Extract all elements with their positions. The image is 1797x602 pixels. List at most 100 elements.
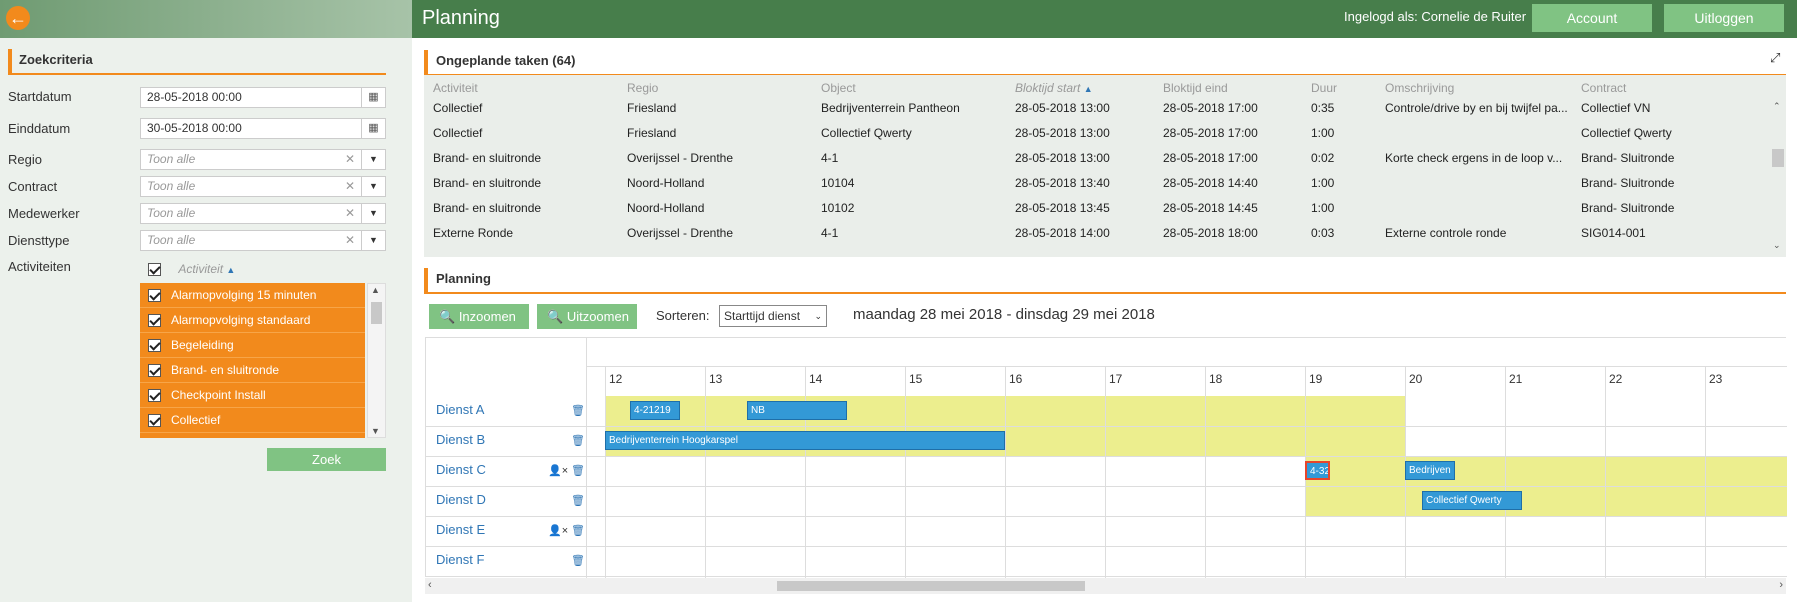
- uitzoomen-button[interactable]: 🔍 Uitzoomen: [537, 304, 637, 329]
- diensttype-select[interactable]: Toon alle ✕ ▼: [140, 230, 386, 251]
- back-arrow-icon[interactable]: ←: [6, 6, 30, 30]
- dienst-link[interactable]: Dienst B: [436, 432, 485, 447]
- activity-checkbox[interactable]: [148, 339, 161, 353]
- planned-job[interactable]: NB: [747, 401, 847, 420]
- inzoomen-button[interactable]: 🔍 Inzoomen: [429, 304, 529, 329]
- clear-icon[interactable]: ✕: [345, 204, 355, 223]
- activity-checkbox[interactable]: [148, 389, 161, 403]
- dienst-link[interactable]: Dienst D: [436, 492, 486, 507]
- activity-scrollbar[interactable]: ▲ ▼: [367, 283, 386, 438]
- scroll-thumb[interactable]: [1772, 149, 1784, 167]
- table-row[interactable]: Externe Ronde Overijssel - Drenthe 4-1 28-0…: [424, 221, 1766, 246]
- scroll-thumb[interactable]: [777, 581, 1085, 591]
- chevron-down-icon[interactable]: ▼: [361, 177, 385, 196]
- sort-select[interactable]: Starttijd dienst ⌄: [719, 305, 827, 327]
- activity-item[interactable]: Begeleiding: [140, 333, 365, 358]
- unassign-user-icon[interactable]: 👤×: [548, 464, 568, 477]
- activity-item[interactable]: Collectief: [140, 408, 365, 433]
- planned-job[interactable]: Bedrijventerrein Hoogkarspel: [605, 431, 1005, 450]
- activity-checkbox[interactable]: [148, 414, 161, 428]
- medewerker-select[interactable]: Toon alle ✕ ▼: [140, 203, 386, 224]
- unplanned-title: Ongeplande taken (64): [424, 50, 1786, 76]
- table-cell: 4-1: [821, 226, 839, 240]
- table-row[interactable]: Collectief Friesland Collectief Qwerty 28-0…: [424, 121, 1766, 146]
- trash-icon[interactable]: 🗑: [571, 404, 585, 417]
- table-row[interactable]: Brand- en sluitronde Noord-Holland 10104 28…: [424, 171, 1766, 196]
- diensttype-label: Diensttype: [8, 233, 70, 248]
- zoek-button[interactable]: Zoek: [267, 448, 386, 471]
- page-title: Planning: [422, 7, 500, 29]
- column-header[interactable]: Duur: [1311, 81, 1337, 95]
- column-header[interactable]: Activiteit: [433, 81, 478, 95]
- clear-icon[interactable]: ✕: [345, 150, 355, 169]
- table-cell: Brand- en sluitronde: [433, 151, 542, 165]
- select-all-checkbox[interactable]: [148, 263, 161, 277]
- row-line: [426, 546, 1787, 547]
- column-header[interactable]: Omschrijving: [1385, 81, 1454, 95]
- table-row[interactable]: Brand- en sluitronde Noord-Holland 10102 28…: [424, 196, 1766, 221]
- activity-item[interactable]: Brand- en sluitronde: [140, 358, 365, 383]
- startdatum-label: Startdatum: [8, 89, 72, 104]
- einddatum-field[interactable]: 30-05-2018 00:00 ▦: [140, 118, 386, 139]
- activity-item[interactable]: Checkpoint Install: [140, 383, 365, 408]
- shift-band[interactable]: [1305, 456, 1787, 486]
- trash-icon[interactable]: 🗑: [571, 464, 585, 477]
- diensttype-placeholder: Toon alle: [147, 233, 196, 247]
- scroll-up-icon[interactable]: ▲: [371, 285, 380, 295]
- trash-icon[interactable]: 🗑: [571, 554, 585, 567]
- chevron-down-icon[interactable]: ▼: [361, 150, 385, 169]
- table-cell: SIG014-001: [1581, 226, 1646, 240]
- column-header[interactable]: Bloktijd start ▲: [1015, 81, 1093, 95]
- regio-select[interactable]: Toon alle ✕ ▼: [140, 149, 386, 170]
- unassign-user-icon[interactable]: 👤×: [548, 524, 568, 537]
- planning-hscrollbar[interactable]: ‹ ›: [425, 578, 1786, 594]
- logout-button[interactable]: Uitloggen: [1664, 4, 1784, 32]
- shift-band[interactable]: [1305, 486, 1787, 516]
- table-row[interactable]: Brand- en sluitronde Overijssel - Drenthe…: [424, 146, 1766, 171]
- table-cell: 4-1: [821, 151, 839, 165]
- activity-checkbox[interactable]: [148, 314, 161, 328]
- column-header[interactable]: Regio: [627, 81, 658, 95]
- clear-icon[interactable]: ✕: [345, 177, 355, 196]
- dienst-link[interactable]: Dienst C: [436, 462, 486, 477]
- calendar-icon[interactable]: ▦: [361, 119, 385, 138]
- planned-job[interactable]: 4-21219: [630, 401, 680, 420]
- chevron-down-icon[interactable]: ▼: [361, 231, 385, 250]
- table-row[interactable]: Collectief Friesland Bedrijventerrein Pant…: [424, 96, 1766, 121]
- scroll-thumb[interactable]: [371, 302, 382, 324]
- trash-icon[interactable]: 🗑: [571, 494, 585, 507]
- dienst-link[interactable]: Dienst A: [436, 402, 484, 417]
- column-header[interactable]: Object: [821, 81, 856, 95]
- scroll-up-icon[interactable]: ⌃: [1773, 101, 1781, 112]
- startdatum-field[interactable]: 28-05-2018 00:00 ▦: [140, 87, 386, 108]
- sort-asc-icon: ▲: [226, 265, 236, 275]
- activity-item[interactable]: Alarmopvolging 15 minuten: [140, 283, 365, 308]
- calendar-icon[interactable]: ▦: [361, 88, 385, 107]
- scroll-right-icon[interactable]: ›: [1779, 579, 1783, 591]
- account-button[interactable]: Account: [1532, 4, 1652, 32]
- scroll-down-icon[interactable]: ⌄: [1773, 240, 1781, 251]
- planned-job[interactable]: Bedrijven: [1405, 461, 1455, 480]
- column-header-label: Contract: [1581, 81, 1627, 95]
- unplanned-scrollbar[interactable]: ⌃ ⌄: [1770, 101, 1786, 251]
- activity-checkbox[interactable]: [148, 289, 161, 303]
- activity-checkbox[interactable]: [148, 364, 161, 378]
- table-cell: 28-05-2018 17:00: [1163, 151, 1258, 165]
- scroll-down-icon[interactable]: ▼: [371, 426, 380, 436]
- chevron-down-icon[interactable]: ▼: [361, 204, 385, 223]
- dienst-link[interactable]: Dienst E: [436, 522, 485, 537]
- column-header[interactable]: Contract: [1581, 81, 1626, 95]
- scroll-left-icon[interactable]: ‹: [428, 579, 432, 591]
- trash-icon[interactable]: 🗑: [571, 434, 585, 447]
- table-cell: Brand- en sluitronde: [433, 176, 542, 190]
- dienst-link[interactable]: Dienst F: [436, 552, 484, 567]
- planned-job[interactable]: Collectief Qwerty: [1422, 491, 1522, 510]
- column-header[interactable]: Bloktijd eind: [1163, 81, 1228, 95]
- clear-icon[interactable]: ✕: [345, 231, 355, 250]
- contract-select[interactable]: Toon alle ✕ ▼: [140, 176, 386, 197]
- trash-icon[interactable]: 🗑: [571, 524, 585, 537]
- activiteit-column-header[interactable]: Activiteit: [178, 262, 223, 276]
- activity-item[interactable]: Alarmopvolging standaard: [140, 308, 365, 333]
- planned-job[interactable]: 4-32: [1305, 461, 1330, 480]
- expand-icon[interactable]: ⤢: [1770, 50, 1780, 66]
